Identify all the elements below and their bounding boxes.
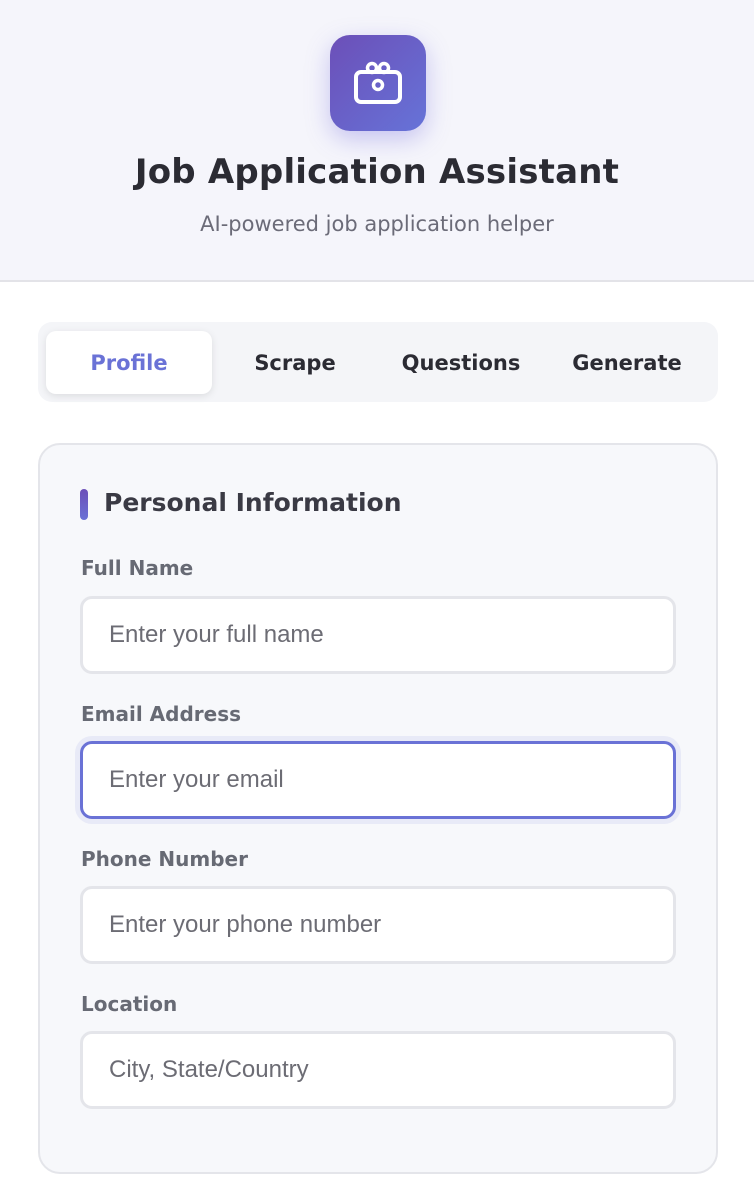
location-input[interactable] — [80, 1031, 676, 1109]
tab-questions[interactable]: Questions — [378, 331, 544, 394]
tab-profile[interactable]: Profile — [46, 331, 212, 394]
email-input[interactable] — [80, 741, 676, 819]
email-label: Email Address — [81, 702, 242, 726]
section-accent-bar — [80, 489, 88, 520]
app-title: Job Application Assistant — [134, 152, 620, 192]
full-name-label: Full Name — [81, 556, 194, 580]
app-header: Job Application Assistant AI-powered job… — [0, 0, 754, 282]
briefcase-icon — [354, 61, 402, 104]
phone-input[interactable] — [80, 886, 676, 964]
tab-generate[interactable]: Generate — [544, 331, 710, 394]
app-subtitle: AI-powered job application helper — [200, 212, 554, 236]
phone-label: Phone Number — [81, 847, 248, 871]
app-logo — [330, 35, 426, 131]
tab-bar: Profile Scrape Questions Generate — [38, 322, 718, 402]
tab-scrape[interactable]: Scrape — [212, 331, 378, 394]
full-name-input[interactable] — [80, 596, 676, 674]
location-label: Location — [81, 992, 178, 1016]
section-title: Personal Information — [104, 488, 402, 517]
